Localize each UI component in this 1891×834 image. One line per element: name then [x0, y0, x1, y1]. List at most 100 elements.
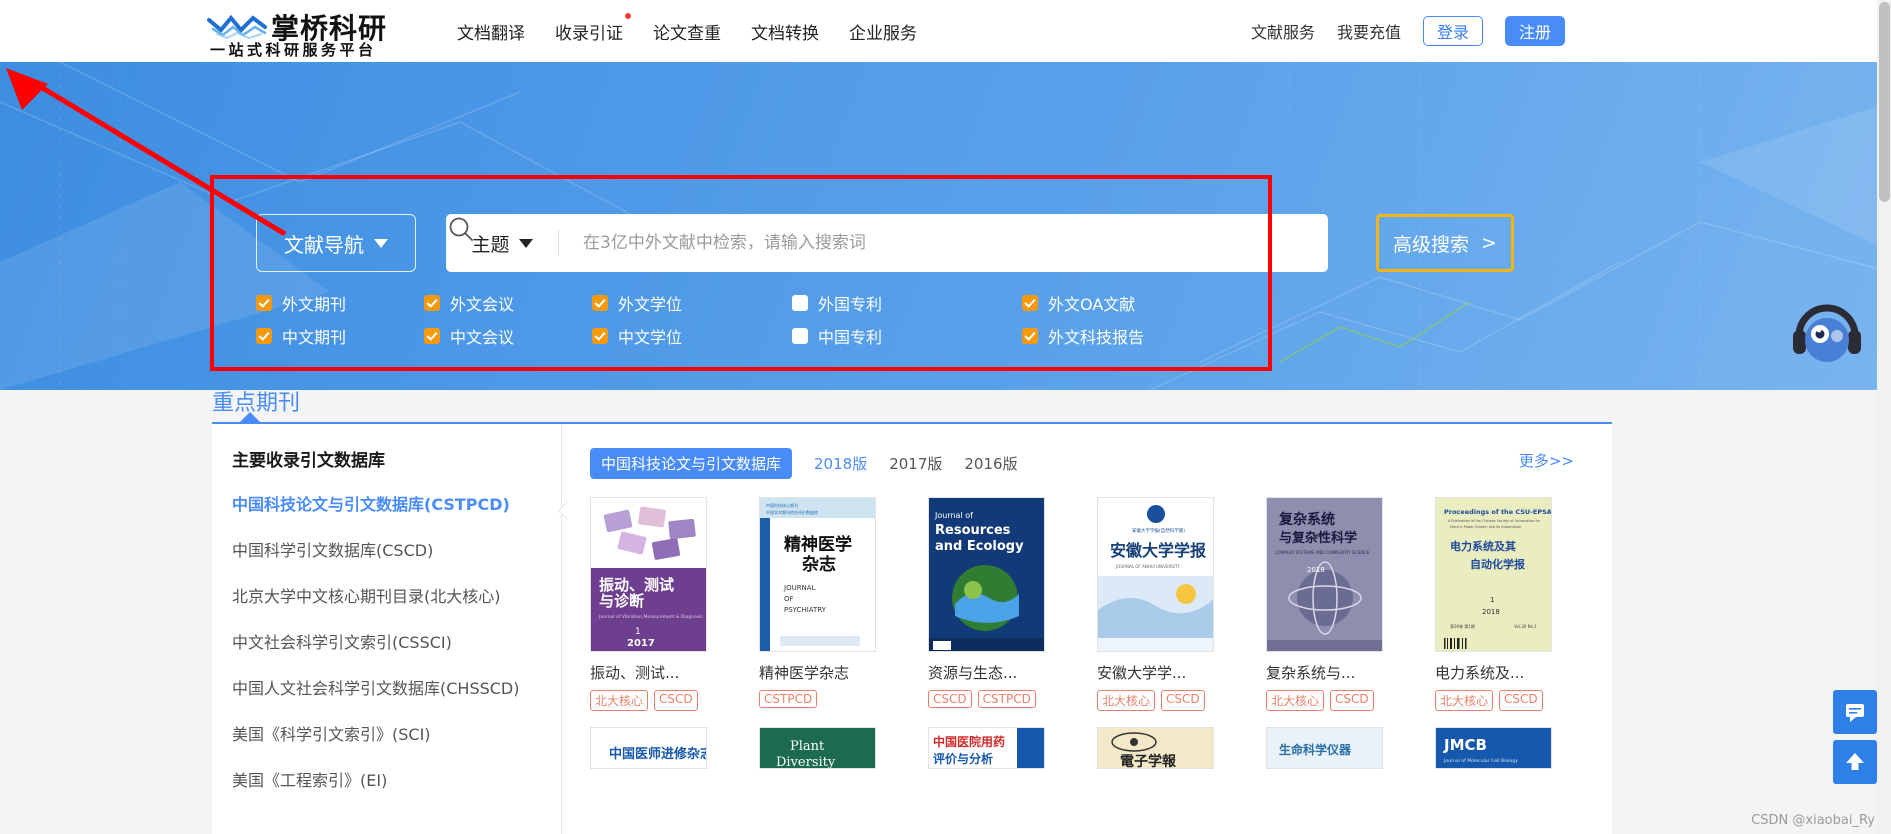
tab-database-pill[interactable]: 中国科技论文与引文数据库 [590, 448, 793, 479]
checkbox-icon [1022, 294, 1038, 311]
filter-checkbox-6[interactable]: 中文会议 [424, 324, 592, 348]
side-toolbar [1833, 690, 1877, 790]
filter-checkbox-1[interactable]: 外文会议 [424, 291, 592, 315]
chevron-down-icon [518, 238, 533, 248]
search-button[interactable] [449, 214, 1328, 272]
sidebar-item-ei[interactable]: 美国《工程索引》(EI) [232, 767, 561, 791]
watermark: CSDN @xiaobai_Ry [1751, 813, 1875, 828]
svg-text:与复杂性科学: 与复杂性科学 [1279, 530, 1357, 546]
search-icon [449, 217, 473, 241]
literature-nav-label: 文献导航 [284, 232, 364, 257]
chat-icon [1846, 704, 1864, 722]
nav-item-3[interactable]: 文档转换 [749, 15, 821, 48]
headset-avatar-icon [1793, 304, 1861, 362]
journal-card[interactable]: 振动、测试 与诊断 Journal of Vibration,Measureme… [590, 497, 728, 711]
filter-label: 外文科技报告 [1048, 327, 1145, 347]
more-link[interactable]: 更多>> [1519, 450, 1574, 471]
filter-label: 外文学位 [618, 294, 683, 314]
sidebar-item-pku-core[interactable]: 北京大学中文核心期刊目录(北大核心) [232, 583, 561, 607]
filter-checkbox-7[interactable]: 中文学位 [592, 324, 792, 348]
svg-text:Journal of Molecular Cell Biol: Journal of Molecular Cell Biology [1443, 758, 1518, 764]
sidebar-item-cstpcd[interactable]: 中国科技论文与引文数据库(CSTPCD) [232, 491, 561, 515]
journal-card[interactable]: Plant Diversity [759, 727, 897, 769]
sidebar-item-sci[interactable]: 美国《科学引文索引》(SCI) [232, 721, 561, 745]
journal-card[interactable]: 電子学報 [1097, 727, 1235, 769]
filter-checkbox-2[interactable]: 外文学位 [592, 291, 792, 315]
svg-text:JOURNAL OF ANHUI UNIVERSITY: JOURNAL OF ANHUI UNIVERSITY [1115, 564, 1180, 569]
checkbox-icon [792, 294, 808, 311]
nav-item-1[interactable]: 收录引证 [553, 12, 631, 48]
journal-cover: 安徽大学学报(自然科学版) 安徽大学学报 JOURNAL OF ANHUI UN… [1097, 497, 1214, 652]
journal-card[interactable]: JMCB Journal of Molecular Cell Biology [1435, 727, 1573, 769]
svg-text:自动化学报: 自动化学报 [1470, 557, 1526, 571]
journal-card[interactable]: 中国医师进修杂志 [590, 727, 728, 769]
filter-checkbox-8[interactable]: 中国专利 [792, 324, 1022, 348]
checkbox-icon [424, 294, 440, 311]
journal-cover-art: 生命科学仪器 [1267, 728, 1382, 768]
sidebar-item-chsscd[interactable]: 中国人文社会科学引文数据库(CHSSCD) [232, 675, 561, 699]
filter-checkbox-9[interactable]: 外文科技报告 [1022, 324, 1262, 348]
filter-label: 外文会议 [450, 294, 515, 314]
literature-nav-dropdown[interactable]: 文献导航 [256, 214, 416, 272]
status-badge: CSCD [1161, 690, 1205, 711]
filter-checkbox-4[interactable]: 外文OA文献 [1022, 291, 1262, 315]
journal-card[interactable]: 复杂系统 与复杂性科学 COMPLEX SYSTEMS AND COMPLEXI… [1266, 497, 1404, 711]
journal-cover-art: Proceedings of the CSU-EPSA A Publicatio… [1436, 498, 1552, 651]
scrollbar-thumb[interactable] [1879, 2, 1890, 202]
nav-item-2[interactable]: 论文查重 [651, 15, 723, 48]
database-sidebar: 主要收录引文数据库 中国科技论文与引文数据库(CSTPCD) 中国科学引文数据库… [212, 424, 568, 834]
journal-card[interactable]: 安徽大学学报(自然科学版) 安徽大学学报 JOURNAL OF ANHUI UN… [1097, 497, 1235, 711]
svg-text:Proceedings of the CSU-EPSA: Proceedings of the CSU-EPSA [1444, 508, 1552, 516]
new-badge-dot-icon [625, 12, 631, 19]
status-badge: CSCD [1499, 690, 1543, 711]
journal-cover-art: 中国医师进修杂志 [591, 728, 706, 768]
journal-card[interactable]: Proceedings of the CSU-EPSA A Publicatio… [1435, 497, 1573, 711]
advanced-search-button[interactable]: 高级搜索 > [1376, 214, 1514, 272]
section-pointer-icon [240, 412, 260, 422]
journal-card[interactable]: 生命科学仪器 [1266, 727, 1404, 769]
sidebar-item-cscd[interactable]: 中国科学引文数据库(CSCD) [232, 537, 561, 561]
status-badge: 北大核心 [590, 690, 649, 711]
search-input[interactable] [559, 233, 1250, 253]
journal-cover-art: 振动、测试 与诊断 Journal of Vibration,Measureme… [591, 498, 706, 651]
nav-item-0[interactable]: 文档翻译 [455, 15, 527, 48]
journal-title: 振动、测试... [590, 664, 680, 682]
journal-title: 安徽大学学... [1097, 664, 1187, 682]
svg-text:Resources: Resources [935, 523, 1011, 538]
tab-year-2016[interactable]: 2016版 [964, 453, 1017, 474]
header-link-literature-service[interactable]: 文献服务 [1251, 19, 1315, 43]
sidebar-item-cssci[interactable]: 中文社会科学引文索引(CSSCI) [232, 629, 561, 653]
journal-cover-art: 中国科技核心期刊 中国学术期刊综合评价数据库 精神医学 杂志 JOURNAL O… [760, 498, 875, 651]
journal-cover-art: 中国医院用药 评价与分析 [929, 728, 1044, 768]
tab-year-2017[interactable]: 2017版 [889, 453, 942, 474]
nav-item-4[interactable]: 企业服务 [847, 15, 919, 48]
filter-checkbox-5[interactable]: 中文期刊 [256, 324, 424, 348]
site-logo[interactable]: 掌桥科研 一站式科研服务平台 [207, 5, 399, 59]
chat-button[interactable] [1833, 690, 1877, 734]
header-link-recharge[interactable]: 我要充值 [1337, 19, 1401, 43]
assistant-avatar[interactable] [1789, 296, 1865, 372]
arrow-up-icon [1846, 753, 1864, 770]
status-badge: CSCD [928, 690, 972, 708]
filter-label: 中文会议 [450, 327, 515, 347]
register-button[interactable]: 注册 [1505, 16, 1565, 46]
journal-card[interactable]: 中国医院用药 评价与分析 [928, 727, 1066, 769]
journal-cover: 電子学報 [1097, 727, 1214, 769]
journal-cover: 复杂系统 与复杂性科学 COMPLEX SYSTEMS AND COMPLEXI… [1266, 497, 1383, 652]
filter-checkbox-3[interactable]: 外国专利 [792, 291, 1022, 315]
site-header: 掌桥科研 一站式科研服务平台 文档翻译 收录引证 论文查重 文档转换 企业服务 … [0, 0, 1891, 62]
journal-card[interactable]: Journal of Resources and Ecology 资源与生态..… [928, 497, 1066, 711]
nav-item-label: 企业服务 [849, 23, 917, 44]
login-button[interactable]: 登录 [1423, 16, 1483, 46]
svg-text:评价与分析: 评价与分析 [933, 751, 993, 766]
nav-item-label: 文档转换 [751, 23, 819, 44]
tab-year-2018[interactable]: 2018版 [814, 453, 867, 474]
page-scrollbar[interactable] [1877, 0, 1891, 834]
journals-content: 中国科技论文与引文数据库 2018版 2017版 2016版 更多>> 振动、测… [562, 424, 1612, 834]
journal-cover: 中国医院用药 评价与分析 [928, 727, 1045, 769]
journal-card[interactable]: 中国科技核心期刊 中国学术期刊综合评价数据库 精神医学 杂志 JOURNAL O… [759, 497, 897, 711]
filter-checkbox-0[interactable]: 外文期刊 [256, 291, 424, 315]
back-to-top-button[interactable] [1833, 740, 1877, 784]
journal-badges: 北大核心 CSCD [1097, 690, 1235, 711]
checkbox-icon [792, 327, 808, 344]
